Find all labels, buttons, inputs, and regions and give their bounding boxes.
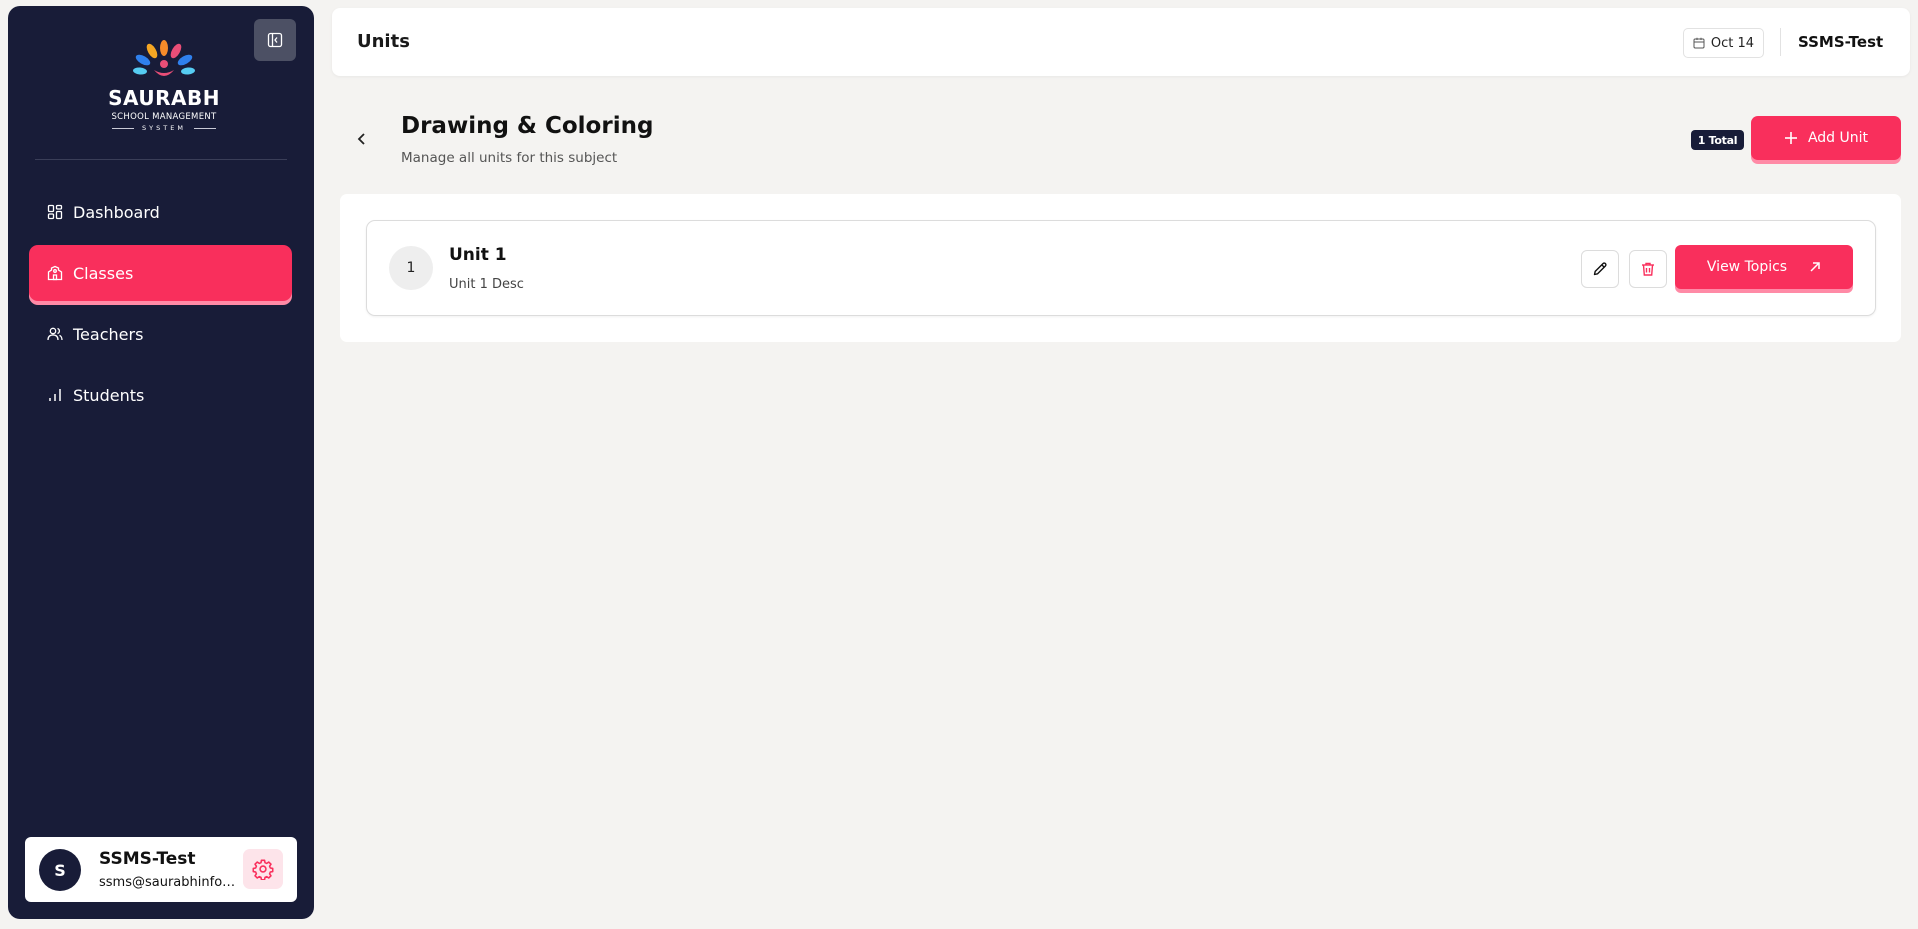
avatar: S (39, 849, 81, 891)
settings-button[interactable] (243, 849, 283, 889)
sidebar-item-teachers[interactable]: Teachers (29, 306, 292, 362)
trash-icon (1642, 262, 1654, 276)
date-text: Oct 14 (1710, 35, 1755, 51)
panel-collapse-icon (267, 32, 283, 48)
page-subtitle: Manage all units for this subject (401, 150, 618, 166)
page-title: Drawing & Coloring (401, 113, 654, 139)
header-user-name: SSMS-Test (1798, 33, 1884, 51)
delete-unit-button[interactable] (1629, 250, 1667, 288)
sidebar-item-label: Classes (73, 263, 134, 283)
sidebar-nav: Dashboard Classes Teachers Students (29, 184, 292, 428)
view-topics-label: View Topics (1706, 259, 1788, 275)
pencil-icon (1593, 262, 1607, 276)
calendar-icon (1693, 37, 1705, 49)
logo-tagline-system: SYSTEM (104, 124, 224, 132)
sidebar-item-dashboard[interactable]: Dashboard (29, 184, 292, 240)
header-title: Units (357, 31, 410, 52)
sidebar: SAURABH SCHOOL MANAGEMENT SYSTEM Dashboa… (8, 6, 314, 919)
date-chip: Oct 14 (1683, 28, 1764, 58)
sidebar-item-label: Teachers (73, 324, 144, 344)
unit-card: 1 Unit 1 Unit 1 Desc View Topics (366, 220, 1876, 316)
header-divider (1780, 28, 1781, 56)
bar-chart-icon (47, 387, 63, 403)
sidebar-divider (35, 159, 287, 160)
unit-number-badge: 1 (389, 246, 433, 290)
school-building-icon (47, 265, 63, 281)
logo-emblem-icon (133, 40, 195, 76)
logo-wordmark: SAURABH (108, 86, 220, 110)
user-email: ssms@saurabhinfosys.com (99, 875, 241, 890)
user-name: SSMS-Test (99, 849, 196, 869)
top-header: Units Oct 14 SSMS-Test (332, 8, 1910, 76)
back-button[interactable] (352, 128, 372, 150)
chevron-left-icon (357, 133, 365, 145)
user-profile-card: S SSMS-Test ssms@saurabhinfosys.com (25, 837, 297, 902)
app-root: SAURABH SCHOOL MANAGEMENT SYSTEM Dashboa… (0, 0, 1918, 929)
unit-description: Unit 1 Desc (449, 277, 524, 292)
arrow-up-right-icon (1809, 261, 1821, 273)
logo-tagline: SCHOOL MANAGEMENT (111, 112, 217, 122)
add-unit-button[interactable]: Add Unit (1751, 116, 1901, 160)
gear-icon (252, 859, 274, 880)
add-unit-label: Add Unit (1807, 130, 1869, 146)
total-count-badge: 1 Total (1691, 130, 1744, 150)
users-icon (47, 326, 63, 342)
brand-logo: SAURABH SCHOOL MANAGEMENT SYSTEM (104, 36, 224, 136)
units-panel: 1 Unit 1 Unit 1 Desc View Topics (340, 194, 1901, 342)
sidebar-item-students[interactable]: Students (29, 367, 292, 423)
sidebar-collapse-button[interactable] (254, 19, 296, 61)
edit-unit-button[interactable] (1581, 250, 1619, 288)
sidebar-item-label: Students (73, 385, 145, 405)
sidebar-item-classes[interactable]: Classes (29, 245, 292, 301)
view-topics-button[interactable]: View Topics (1675, 245, 1853, 289)
plus-icon (1784, 131, 1798, 145)
unit-title: Unit 1 (449, 245, 507, 265)
dashboard-grid-icon (47, 204, 63, 220)
sidebar-item-label: Dashboard (73, 202, 160, 222)
